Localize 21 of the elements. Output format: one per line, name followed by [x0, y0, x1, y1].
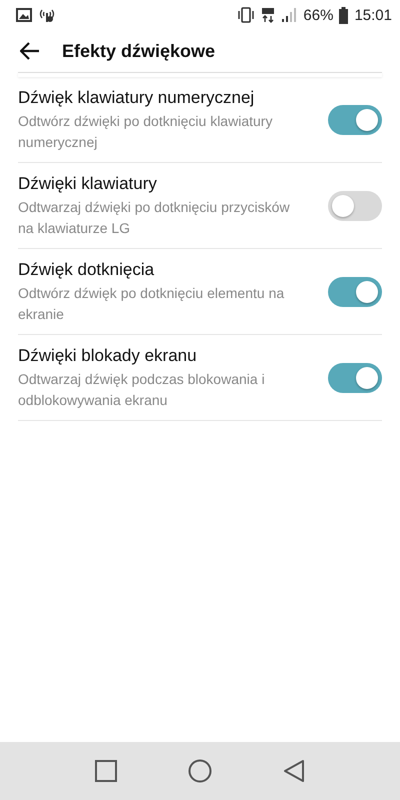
toggle-switch[interactable]	[328, 363, 382, 393]
toggle-switch[interactable]	[328, 191, 382, 221]
vibrate-icon	[237, 7, 256, 23]
setting-title: Dźwięki klawiatury	[18, 174, 158, 194]
setting-description: Odtwórz dźwięki po dotknięciu klawiatury numerycznej	[18, 112, 274, 152]
setting-description: Odtwarzaj dźwięk podczas blokowania i odblokowywania ekranu	[18, 370, 266, 410]
image-icon	[16, 8, 32, 22]
toggle-switch[interactable]	[328, 277, 382, 307]
setting-title: Dźwięk dotknięcia	[18, 260, 156, 280]
battery-percentage: 66%	[303, 6, 334, 24]
setting-description: Odtwórz dźwięk po dotknięciu elementu na ekranie	[18, 284, 286, 324]
setting-title: Dźwięk klawiatury numerycznej	[18, 88, 256, 108]
setting-title: Dźwięki blokady ekranu	[18, 346, 198, 366]
setting-description: Odtwarzaj dźwięki po dotknięciu przycisków na klawiaturze LG	[18, 198, 291, 238]
hotspot-icon	[38, 7, 56, 23]
data-icon	[261, 7, 276, 23]
page-title: Efekty dźwiękowe	[62, 40, 216, 62]
clock-time: 15:01	[354, 6, 392, 24]
signal-icon	[281, 7, 298, 23]
battery-icon	[339, 6, 348, 24]
toggle-switch[interactable]	[328, 105, 382, 135]
